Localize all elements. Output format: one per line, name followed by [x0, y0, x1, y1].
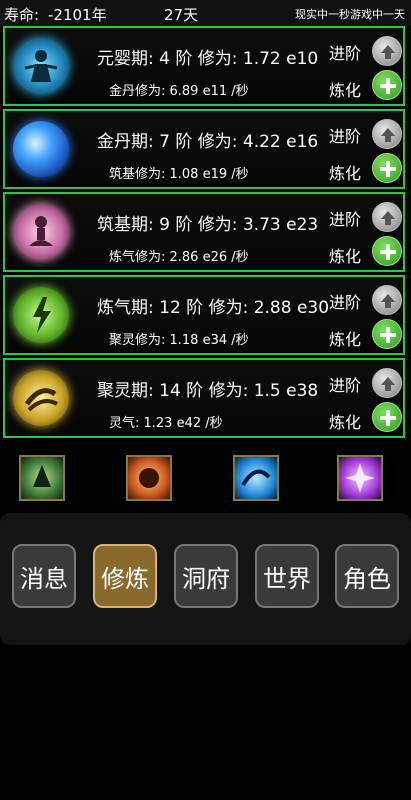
potential-icon: [233, 455, 279, 501]
stage-title: 聚灵期: 14 阶 修为: 1.5 e38: [97, 381, 319, 401]
stage-card: 聚灵期: 14 阶 修为: 1.5 e38 灵气: 1.23 e42 /秒 进阶…: [3, 358, 405, 438]
nav-messages[interactable]: 消息: [12, 544, 76, 608]
stage-card: 筑基期: 9 阶 修为: 3.73 e23 炼气修为: 2.86 e26 /秒 …: [3, 192, 405, 272]
plus-icon: [380, 410, 396, 426]
stage-card: 金丹期: 7 阶 修为: 4.22 e16 筑基修为: 1.08 e19 /秒 …: [3, 109, 405, 189]
advance-button[interactable]: [372, 36, 402, 66]
advance-label: 进阶: [329, 210, 362, 229]
stage-list: 元婴期: 4 阶 修为: 1.72 e10 金丹修为: 6.89 e11 /秒 …: [0, 26, 411, 441]
nav-world[interactable]: 世界: [255, 544, 319, 608]
nav-cultivation[interactable]: 修炼: [93, 544, 157, 608]
status-bar: 寿命: -2101年 27天 现实中一秒游戏中一天: [0, 0, 411, 26]
spirit-figure-icon: [13, 38, 69, 94]
lifespan-value: -2101年: [48, 6, 107, 24]
advance-label: 进阶: [329, 44, 362, 63]
up-arrow-icon: [381, 211, 395, 225]
up-arrow-icon: [381, 294, 395, 308]
advance-label: 进阶: [329, 127, 362, 146]
refine-button[interactable]: [372, 70, 402, 100]
refine-label: 炼化: [329, 164, 362, 183]
time-note: 现实中一秒游戏中一天: [295, 8, 405, 21]
plus-icon: [380, 327, 396, 343]
advance-button[interactable]: [372, 368, 402, 398]
stage-card: 炼气期: 12 阶 修为: 2.88 e30 聚灵修为: 1.18 e34 /秒…: [3, 275, 405, 355]
refine-button[interactable]: [372, 319, 402, 349]
lifespan-label: 寿命:: [4, 6, 40, 24]
up-arrow-icon: [381, 377, 395, 391]
qi-refining-icon: [19, 455, 65, 501]
body-refining-icon: [126, 455, 172, 501]
stage-title: 元婴期: 4 阶 修为: 1.72 e10: [97, 49, 319, 69]
up-arrow-icon: [381, 45, 395, 59]
nav-cave[interactable]: 洞府: [174, 544, 238, 608]
bottom-navigation: 消息 修炼 洞府 世界 角色: [0, 513, 411, 645]
stage-title: 筑基期: 9 阶 修为: 3.73 e23: [97, 215, 319, 235]
refine-label: 炼化: [329, 81, 362, 100]
blue-orb-icon: [13, 121, 69, 177]
advance-label: 进阶: [329, 376, 362, 395]
up-arrow-icon: [381, 128, 395, 142]
refine-label: 炼化: [329, 330, 362, 349]
stage-title: 金丹期: 7 阶 修为: 4.22 e16: [97, 132, 319, 152]
advance-button[interactable]: [372, 285, 402, 315]
green-lightning-icon: [13, 287, 69, 343]
refine-button[interactable]: [372, 402, 402, 432]
soul-power-icon: [337, 455, 383, 501]
refine-button[interactable]: [372, 153, 402, 183]
stage-rate: 灵气: 1.23 e42 /秒: [109, 416, 223, 431]
golden-swirl-icon: [13, 370, 69, 426]
plus-icon: [380, 244, 396, 260]
refine-label: 炼化: [329, 413, 362, 432]
stage-card: 元婴期: 4 阶 修为: 1.72 e10 金丹修为: 6.89 e11 /秒 …: [3, 26, 405, 106]
plus-icon: [380, 78, 396, 94]
refine-label: 炼化: [329, 247, 362, 266]
stage-rate: 金丹修为: 6.89 e11 /秒: [109, 84, 249, 99]
advance-label: 进阶: [329, 293, 362, 312]
stage-rate: 聚灵修为: 1.18 e34 /秒: [109, 333, 249, 348]
meditating-figure-icon: [13, 204, 69, 260]
days-counter: 27天: [164, 6, 199, 24]
stage-rate: 炼气修为: 2.86 e26 /秒: [109, 250, 249, 265]
advance-button[interactable]: [372, 119, 402, 149]
refine-button[interactable]: [372, 236, 402, 266]
plus-icon: [380, 161, 396, 177]
nav-character[interactable]: 角色: [335, 544, 399, 608]
stage-rate: 筑基修为: 1.08 e19 /秒: [109, 167, 249, 182]
stage-title: 炼气期: 12 阶 修为: 2.88 e30: [97, 298, 330, 318]
advance-button[interactable]: [372, 202, 402, 232]
